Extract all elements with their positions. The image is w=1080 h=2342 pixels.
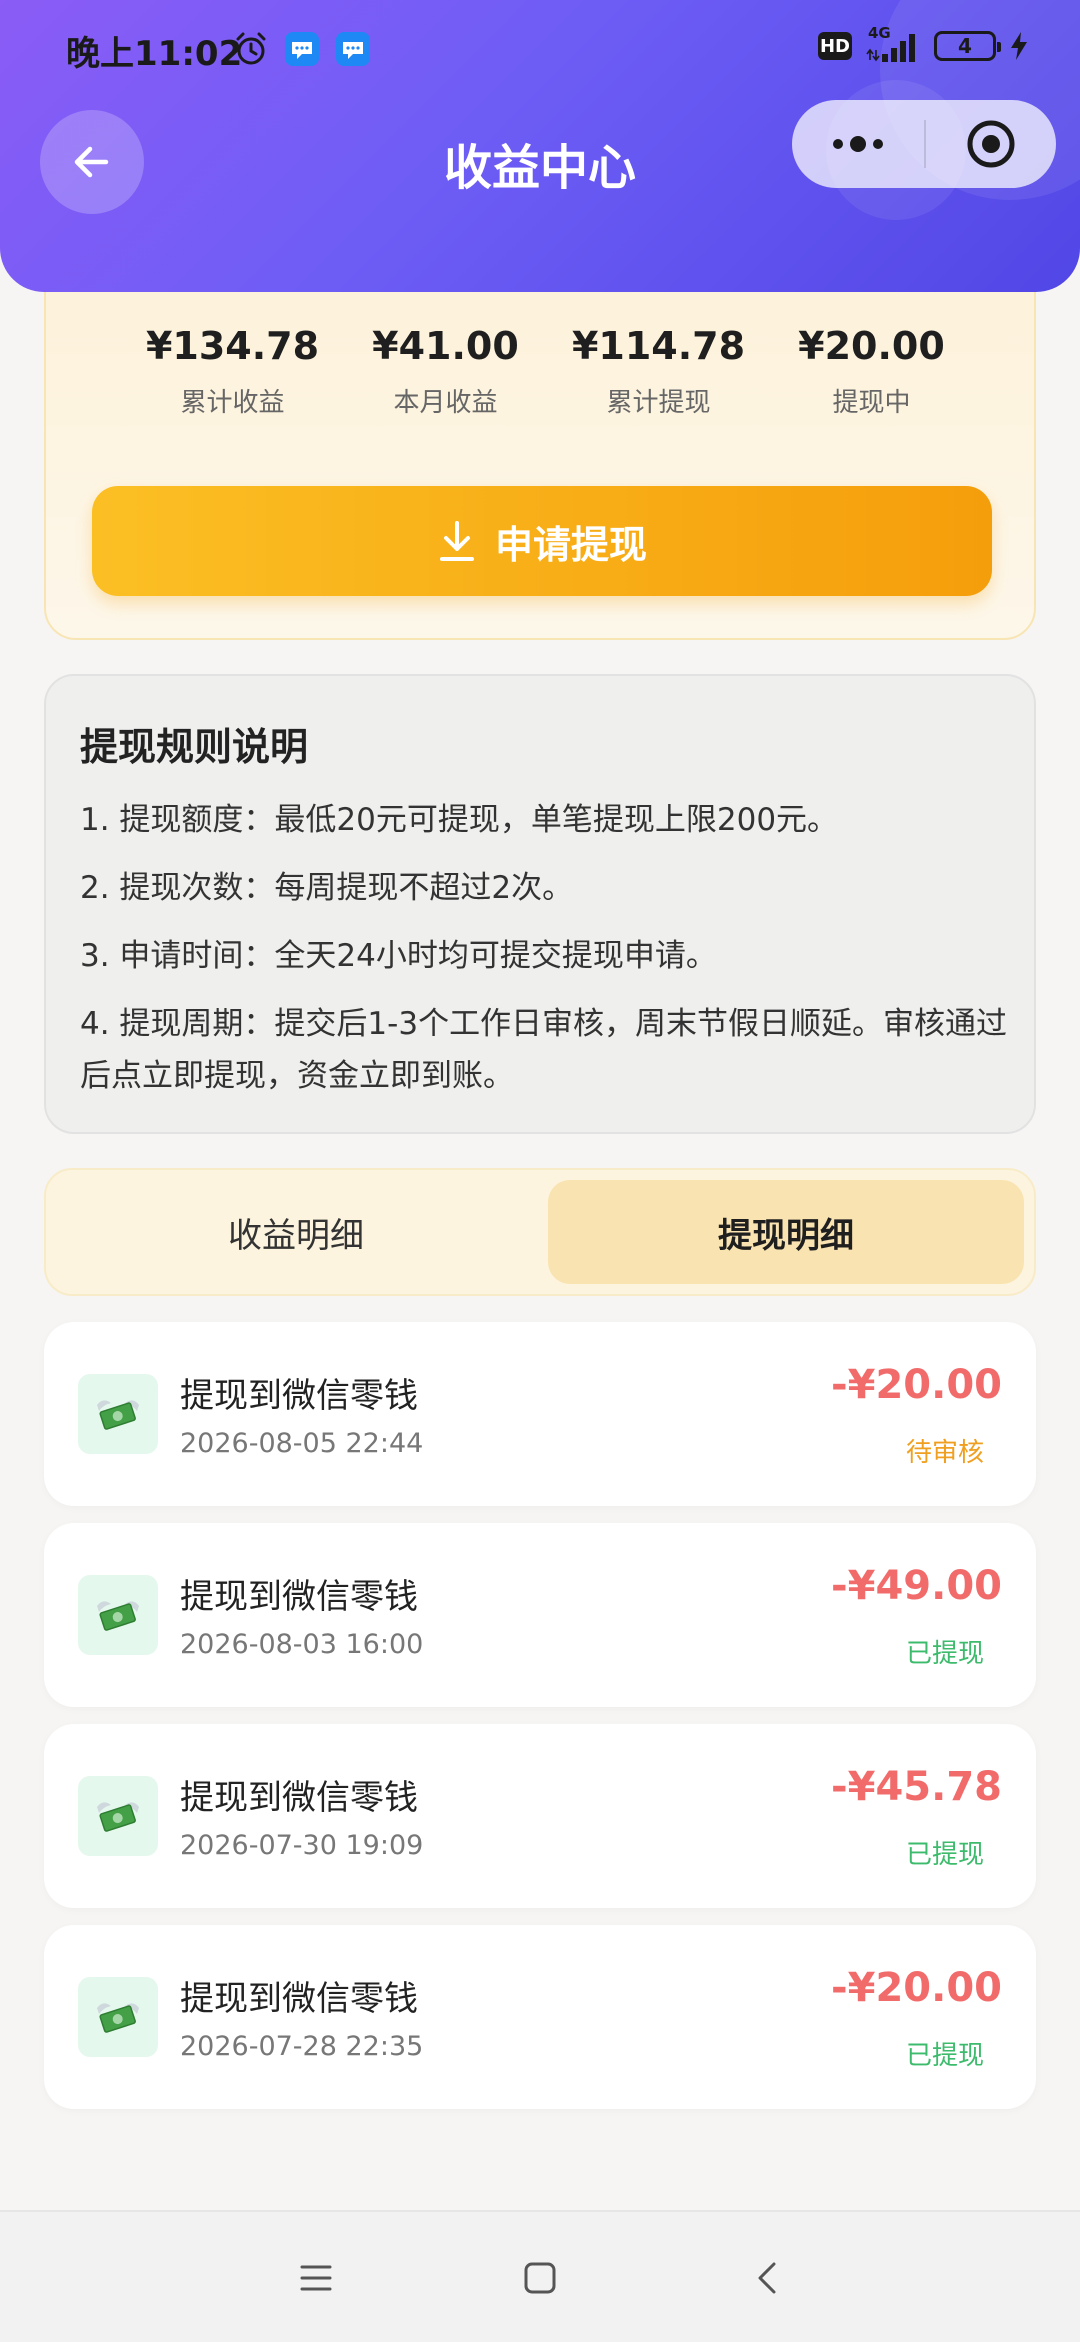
battery-level: 4 <box>958 34 972 58</box>
header-bar: 晚上11:02 HD 4G 4 收益中心 <box>0 0 1080 292</box>
rule-item: 4. 提现周期：提交后1-3个工作日审核，周末节假日顺延。审核通过后点立即提现，… <box>80 1006 1008 1094</box>
alarm-icon <box>236 32 266 65</box>
download-icon <box>439 521 474 561</box>
withdraw-record[interactable]: 提现到微信零钱 2026-08-05 22:44 -¥20.00 待审核 <box>44 1322 1036 1506</box>
record-amount: -¥20.00 <box>831 1362 1002 1408</box>
back-chevron-icon <box>758 2262 776 2294</box>
status-time: 晚上11:02 <box>66 34 243 74</box>
tab-withdraw-detail[interactable]: 提现明细 <box>548 1180 1024 1284</box>
detail-tabs: 收益明细 提现明细 <box>44 1168 1036 1296</box>
record-title: 提现到微信零钱 <box>180 1778 418 1818</box>
money-wings-icon <box>78 1575 158 1655</box>
stat-label: 累计收益 <box>180 388 285 418</box>
close-miniprogram-button[interactable] <box>926 100 1056 188</box>
menu-icon <box>300 2265 332 2291</box>
apply-withdraw-button[interactable]: 申请提现 <box>92 486 992 596</box>
record-title: 提现到微信零钱 <box>180 1577 418 1617</box>
record-time: 2026-08-03 16:00 <box>180 1629 424 1660</box>
record-status: 已提现 <box>905 1639 984 1669</box>
more-dots-icon <box>833 136 883 152</box>
menu-button[interactable] <box>292 2254 340 2302</box>
stat-total-earnings: ¥134.78 累计收益 <box>126 324 339 419</box>
withdraw-record[interactable]: 提现到微信零钱 2026-07-28 22:35 -¥20.00 已提现 <box>44 1925 1036 2109</box>
record-amount: -¥45.78 <box>831 1764 1002 1810</box>
record-title: 提现到微信零钱 <box>180 1979 418 2019</box>
stat-value: ¥114.78 <box>571 324 746 368</box>
summary-stats: ¥134.78 累计收益 ¥41.00 本月收益 ¥114.78 累计提现 ¥2… <box>46 324 1034 419</box>
stat-label: 本月收益 <box>393 388 498 418</box>
hd-badge: HD <box>818 32 852 60</box>
record-title: 提现到微信零钱 <box>180 1376 418 1416</box>
home-button[interactable] <box>516 2254 564 2302</box>
record-amount: -¥49.00 <box>831 1563 1002 1609</box>
message-app-icon <box>285 32 319 66</box>
nav-back-button[interactable] <box>744 2254 792 2302</box>
money-wings-icon <box>78 1374 158 1454</box>
money-wings-icon <box>78 1776 158 1856</box>
message-app-icon <box>336 32 370 66</box>
home-square-icon <box>524 2262 556 2294</box>
mini-program-capsule <box>792 100 1056 188</box>
stat-label: 累计提现 <box>606 388 711 418</box>
record-status: 已提现 <box>905 2041 984 2071</box>
stat-label: 提现中 <box>832 388 911 418</box>
stat-value: ¥20.00 <box>798 324 945 368</box>
rule-item: 2. 提现次数：每周提现不超过2次。 <box>80 870 574 906</box>
tab-income-detail[interactable]: 收益明细 <box>56 1180 536 1284</box>
rules-list: 1. 提现额度：最低20元可提现，单笔提现上限200元。 2. 提现次数：每周提… <box>80 794 1010 1118</box>
withdraw-rules-card: 提现规则说明 1. 提现额度：最低20元可提现，单笔提现上限200元。 2. 提… <box>44 674 1036 1134</box>
stat-month-earnings: ¥41.00 本月收益 <box>339 324 552 419</box>
record-time: 2026-07-30 19:09 <box>180 1830 424 1861</box>
record-amount: -¥20.00 <box>831 1965 1002 2011</box>
withdraw-record[interactable]: 提现到微信零钱 2026-08-03 16:00 -¥49.00 已提现 <box>44 1523 1036 1707</box>
stat-value: ¥41.00 <box>372 324 519 368</box>
withdraw-record[interactable]: 提现到微信零钱 2026-07-30 19:09 -¥45.78 已提现 <box>44 1724 1036 1908</box>
apply-withdraw-label: 申请提现 <box>494 522 647 567</box>
money-wings-icon <box>78 1977 158 2057</box>
rules-title: 提现规则说明 <box>80 725 309 769</box>
stat-withdrawing: ¥20.00 提现中 <box>765 324 978 419</box>
more-button[interactable] <box>792 100 924 188</box>
status-right-group: HD 4G 4 <box>818 24 1030 64</box>
rule-item: 1. 提现额度：最低20元可提现，单笔提现上限200元。 <box>80 802 839 838</box>
target-close-icon <box>967 120 1015 168</box>
rule-item: 3. 申请时间：全天24小时均可提交提现申请。 <box>80 938 717 974</box>
stat-total-withdrawn: ¥114.78 累计提现 <box>552 324 765 419</box>
battery-icon: 4 <box>934 31 1001 61</box>
record-time: 2026-07-28 22:35 <box>180 2031 424 2062</box>
record-time: 2026-08-05 22:44 <box>180 1428 424 1459</box>
system-nav-bar <box>0 2210 1080 2342</box>
record-status: 待审核 <box>905 1438 984 1468</box>
charging-icon <box>1011 32 1027 60</box>
stat-value: ¥134.78 <box>145 324 320 368</box>
status-bar: 晚上11:02 HD 4G 4 <box>0 0 1080 100</box>
record-status: 已提现 <box>905 1840 984 1870</box>
signal-icon: 4G <box>864 24 922 64</box>
